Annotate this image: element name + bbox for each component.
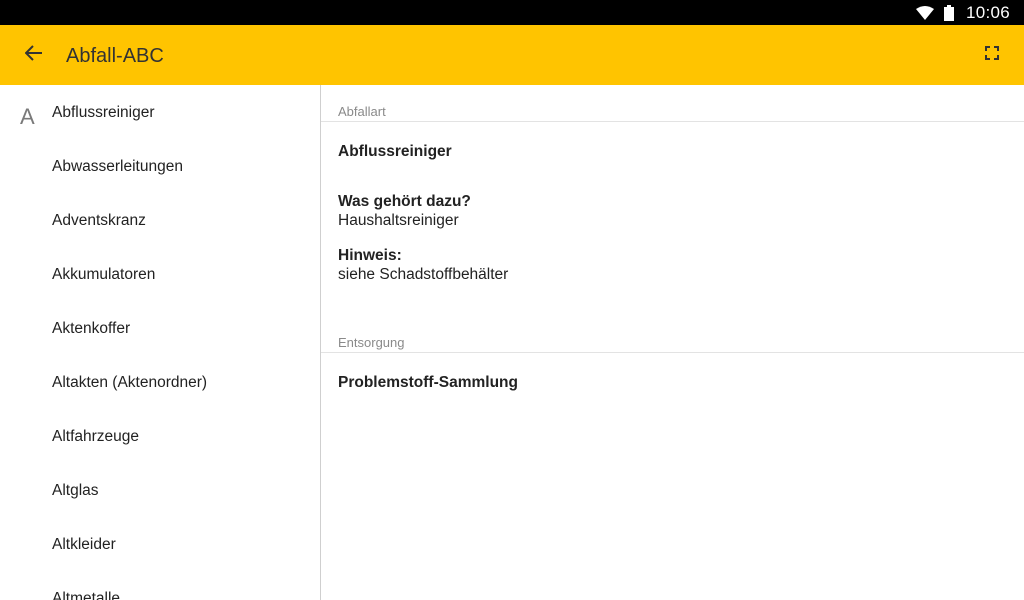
- list-item[interactable]: Akkumulatoren: [52, 265, 155, 285]
- battery-icon: [943, 4, 954, 21]
- clock: 10:06: [965, 2, 1010, 22]
- status-bar: 10:06: [0, 0, 1024, 25]
- section-letter: A: [20, 104, 35, 129]
- wifi-icon: [915, 5, 934, 20]
- entsorgung-value: Problemstoff-Sammlung: [338, 374, 518, 391]
- fullscreen-button[interactable]: [974, 37, 1010, 73]
- list-item[interactable]: Altmetalle: [52, 589, 120, 600]
- hint-value: siehe Schadstoffbehälter: [338, 266, 509, 283]
- question-value: Haushaltsreiniger: [338, 212, 459, 229]
- list-item[interactable]: Adventskranz: [52, 211, 146, 231]
- item-name: Abflussreiniger: [338, 143, 452, 160]
- list-item[interactable]: Abflussreiniger: [52, 103, 155, 123]
- list-item[interactable]: Abwasserleitungen: [52, 157, 183, 177]
- list-item[interactable]: Altakten (Aktenordner): [52, 373, 207, 393]
- detail-pane: Abfallart Abflussreiniger Was gehört daz…: [321, 85, 1024, 600]
- app-bar: Abfall-ABC: [0, 25, 1024, 85]
- list-item[interactable]: Altfahrzeuge: [52, 427, 139, 447]
- list-item[interactable]: Altkleider: [52, 535, 116, 555]
- fullscreen-icon: [985, 45, 999, 65]
- status-icons: 10:06: [915, 0, 1010, 25]
- entsorgung-header: Entsorgung: [338, 335, 405, 350]
- list-item[interactable]: Altglas: [52, 481, 99, 501]
- question-label: Was gehört dazu?: [338, 193, 471, 210]
- back-button[interactable]: [14, 35, 54, 75]
- list-item[interactable]: Aktenkoffer: [52, 319, 130, 339]
- abfallart-header: Abfallart: [338, 104, 386, 119]
- hint-label: Hinweis:: [338, 247, 402, 264]
- divider: [321, 121, 1024, 122]
- divider: [321, 352, 1024, 353]
- page-title: Abfall-ABC: [66, 45, 164, 67]
- back-arrow-icon: [24, 44, 43, 66]
- waste-item-list[interactable]: A Abflussreiniger Abwasserleitungen Adve…: [0, 85, 321, 600]
